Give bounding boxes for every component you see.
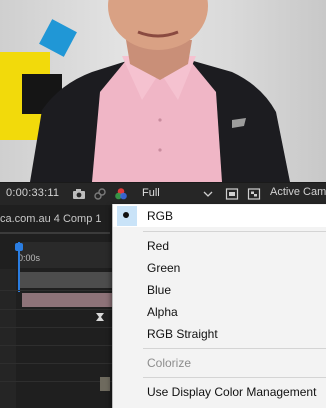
chevron-down-icon	[203, 189, 213, 201]
show-snapshot-icon[interactable]	[93, 187, 107, 201]
menu-item-label: Blue	[147, 283, 172, 297]
region-of-interest-icon[interactable]	[225, 187, 239, 201]
active-camera-dropdown[interactable]: Active Cam	[270, 186, 326, 198]
rgb-channels-icon[interactable]	[114, 187, 128, 201]
presenter-image	[30, 0, 290, 182]
ruler-time-label: 0:00s	[18, 253, 41, 263]
camera-snapshot-icon[interactable]	[72, 187, 86, 201]
playhead-handle[interactable]	[15, 243, 23, 251]
menu-separator	[143, 231, 326, 232]
menu-item-colorize: Colorize	[113, 352, 326, 374]
menu-separator	[143, 348, 326, 349]
viewer-toolbar: 0:00:33:11 Full Active Cam	[0, 182, 326, 205]
menu-item-label: RGB	[147, 209, 174, 223]
menu-item-label: Red	[147, 239, 170, 253]
transparency-grid-icon[interactable]	[247, 187, 261, 201]
menu-separator	[143, 377, 326, 378]
selected-bullet-icon	[123, 212, 129, 218]
composition-viewer[interactable]	[0, 0, 326, 182]
tab-underline	[0, 232, 110, 234]
menu-item-label: RGB Straight	[147, 327, 218, 341]
menu-item-rgb-straight[interactable]: RGB Straight	[113, 323, 326, 345]
layer-swatch	[100, 377, 110, 391]
menu-item-green[interactable]: Green	[113, 257, 326, 279]
tab-composition[interactable]: ca.com.au 4 Comp 1	[0, 213, 102, 225]
menu-item-label: Colorize	[147, 356, 192, 370]
marker-icon[interactable]	[95, 312, 105, 324]
menu-item-red[interactable]: Red	[113, 235, 326, 257]
menu-item-alpha[interactable]: Alpha	[113, 301, 326, 323]
menu-item-rgb[interactable]: RGB	[113, 205, 326, 227]
resolution-dropdown[interactable]: Full	[139, 186, 215, 202]
menu-item-display-color-management[interactable]: Use Display Color Management	[113, 381, 326, 403]
channel-menu: RGB Red Green Blue Alpha RGB Straight Co…	[112, 204, 326, 408]
menu-item-label: Alpha	[147, 305, 178, 319]
menu-item-label: Use Display Color Management	[147, 385, 317, 399]
menu-item-blue[interactable]: Blue	[113, 279, 326, 301]
menu-item-label: Green	[147, 261, 181, 275]
timecode-display[interactable]: 0:00:33:11	[6, 187, 59, 199]
resolution-label: Full	[142, 187, 160, 199]
